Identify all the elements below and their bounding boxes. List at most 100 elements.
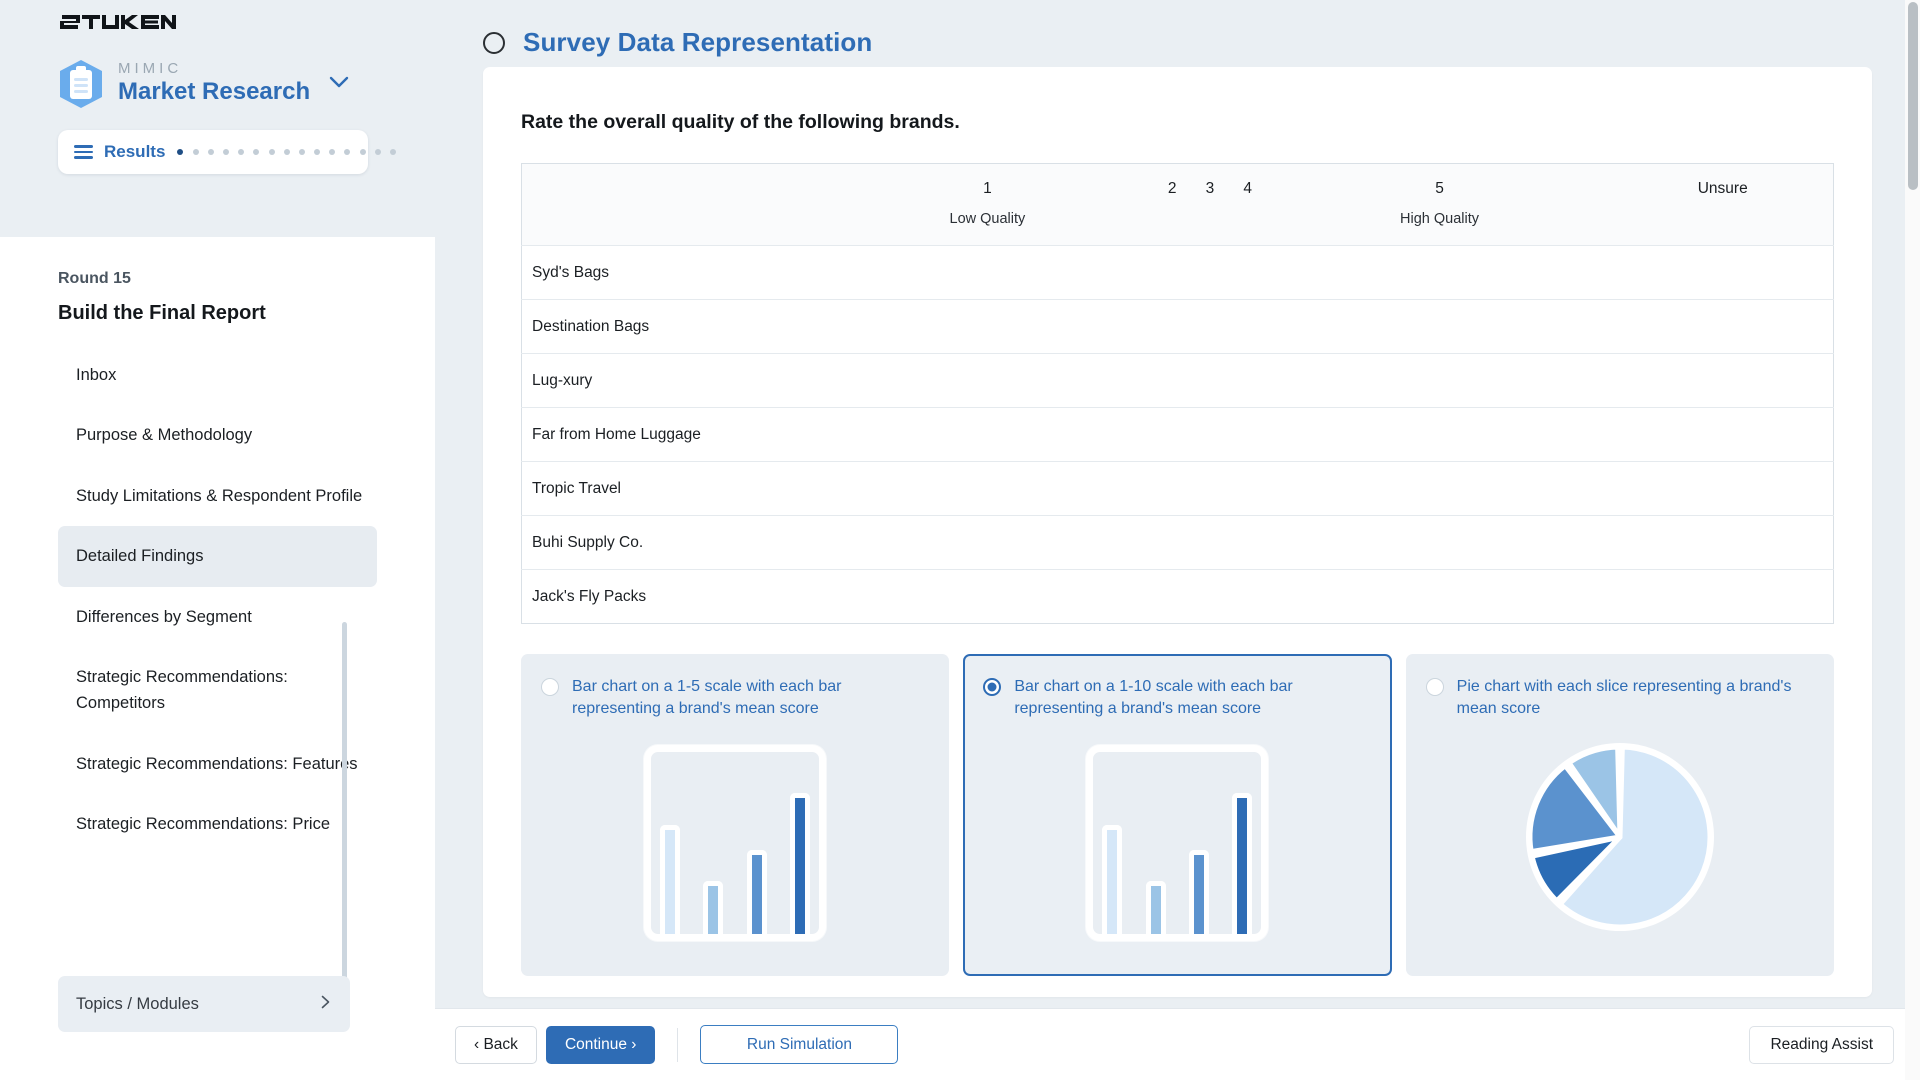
mimic-clipboard-icon <box>58 59 104 109</box>
product-name: Market Research <box>118 78 311 106</box>
sidebar-item-strategic-recommendations-features[interactable]: Strategic Recommendations: Features <box>58 734 377 794</box>
run-simulation-button[interactable]: Run Simulation <box>700 1025 899 1064</box>
rating-radio-cell[interactable] <box>1153 461 1192 516</box>
chevron-down-icon[interactable] <box>328 75 350 94</box>
sidebar-scrollbar[interactable] <box>342 622 347 1017</box>
results-dot[interactable] <box>298 149 305 155</box>
continue-button[interactable]: Continue › <box>545 1025 656 1064</box>
sidebar-item-study-limitations-respondent-profile[interactable]: Study Limitations & Respondent Profile <box>58 466 377 526</box>
rating-radio-cell[interactable] <box>1266 299 1613 354</box>
results-dot[interactable] <box>344 149 351 155</box>
results-dot[interactable] <box>222 149 229 155</box>
results-dot[interactable] <box>268 149 275 155</box>
rating-radio-cell[interactable] <box>1191 407 1229 462</box>
rating-radio-cell[interactable] <box>1153 353 1192 408</box>
results-dot[interactable] <box>283 149 290 155</box>
sidebar-item-differences-by-segment[interactable]: Differences by Segment <box>58 587 377 647</box>
page-scrollbar-thumb[interactable] <box>1908 2 1918 190</box>
product-switcher[interactable]: MIMIC Market Research <box>0 43 435 109</box>
back-button[interactable]: ‹ Back <box>455 1025 537 1064</box>
rating-radio-cell[interactable] <box>1612 515 1834 570</box>
rating-radio-cell[interactable] <box>1153 407 1192 462</box>
results-dot[interactable] <box>207 149 214 155</box>
rating-radio-cell[interactable] <box>1191 299 1229 354</box>
rating-radio-cell[interactable] <box>1191 461 1229 516</box>
rating-radio-cell[interactable] <box>1612 569 1834 624</box>
rating-radio-cell[interactable] <box>821 407 1154 462</box>
rating-radio-cell[interactable] <box>1191 515 1229 570</box>
results-nav[interactable]: Results <box>58 130 397 174</box>
rating-radio-cell[interactable] <box>1612 353 1834 408</box>
sidebar-item-purpose-methodology[interactable]: Purpose & Methodology <box>58 405 377 465</box>
rating-radio-cell[interactable] <box>821 353 1154 408</box>
sidebar-item-detailed-findings[interactable]: Detailed Findings <box>58 526 377 587</box>
sidebar-item-inbox[interactable]: Inbox <box>58 345 377 405</box>
rating-radio-cell[interactable] <box>1266 515 1613 570</box>
rating-radio-cell[interactable] <box>1228 461 1267 516</box>
hamburger-icon[interactable] <box>74 142 93 162</box>
chart-option-label: Pie chart with each slice representing a… <box>1456 678 1792 717</box>
rating-radio-cell[interactable] <box>1191 353 1229 408</box>
rating-radio-cell[interactable] <box>1153 299 1192 354</box>
chart-option-card-2[interactable]: Bar chart on a 1-10 scale with each bar … <box>963 654 1392 976</box>
chart-option-card-1[interactable]: Bar chart on a 1-5 scale with each bar r… <box>521 654 950 976</box>
rating-radio-cell[interactable] <box>1612 245 1834 300</box>
table-row: Lug-xury <box>521 353 1834 408</box>
rating-radio-cell[interactable] <box>1228 245 1267 300</box>
results-dot[interactable] <box>238 149 245 155</box>
rating-radio-cell[interactable] <box>1266 569 1613 624</box>
page-scrollbar[interactable] <box>1905 0 1920 1080</box>
rating-radio-cell[interactable] <box>1228 353 1267 408</box>
rating-radio-cell[interactable] <box>1612 407 1834 462</box>
bar-chart-thumbnail <box>1084 745 1270 942</box>
round-label: Round 15 <box>58 270 131 287</box>
rating-radio-cell[interactable] <box>1153 569 1192 624</box>
stukent-logo[interactable] <box>0 0 435 43</box>
rating-radio-cell[interactable] <box>1228 569 1267 624</box>
chart-option-header: Bar chart on a 1-10 scale with each bar … <box>983 676 1371 719</box>
rating-radio-cell[interactable] <box>821 515 1154 570</box>
rating-radio-cell[interactable] <box>1228 407 1267 462</box>
rating-radio-cell[interactable] <box>1153 515 1192 570</box>
rating-radio-cell[interactable] <box>1266 407 1613 462</box>
sidebar-item-strategic-recommendations-competitors[interactable]: Strategic Recommendations: Competitors <box>58 647 377 734</box>
radio-button-option-3[interactable] <box>1425 678 1444 696</box>
rating-radio-cell[interactable] <box>1266 245 1613 300</box>
rating-radio-cell[interactable] <box>821 461 1154 516</box>
brand-name-cell: Tropic Travel <box>521 461 822 516</box>
results-dot[interactable] <box>390 149 397 155</box>
rating-radio-cell[interactable] <box>1612 299 1834 354</box>
rating-radio-cell[interactable] <box>1266 461 1613 516</box>
rating-radio-cell[interactable] <box>821 299 1154 354</box>
rating-radio-cell[interactable] <box>1191 245 1229 300</box>
rating-radio-cell[interactable] <box>1612 461 1834 516</box>
results-dot[interactable] <box>314 149 321 155</box>
radio-button-option-2[interactable] <box>983 678 1002 696</box>
results-dot[interactable] <box>253 149 260 155</box>
rating-radio-cell[interactable] <box>1228 515 1267 570</box>
radio-button-option-1[interactable] <box>541 678 559 696</box>
table-row: Tropic Travel <box>521 461 1834 516</box>
chart-option-card-3[interactable]: Pie chart with each slice representing a… <box>1405 654 1834 976</box>
results-dot[interactable] <box>192 149 199 155</box>
brand-name-cell: Lug-xury <box>521 353 822 408</box>
bar-2 <box>703 881 724 935</box>
action-bar: ‹ Back Continue › Run Simulation Reading… <box>435 1008 1920 1080</box>
results-dot[interactable] <box>177 149 184 155</box>
bar-1 <box>1102 825 1123 935</box>
rating-radio-cell[interactable] <box>1266 353 1613 408</box>
reading-assist-button[interactable]: Reading Assist <box>1749 1025 1894 1064</box>
results-dot[interactable] <box>329 149 336 155</box>
results-dot[interactable] <box>374 149 381 155</box>
sidebar-item-strategic-recommendations-price[interactable]: Strategic Recommendations: Price <box>58 794 377 854</box>
topics-modules-button[interactable]: Topics / Modules <box>58 976 350 1032</box>
results-dot[interactable] <box>359 149 366 155</box>
table-row: Destination Bags <box>521 299 1834 354</box>
rating-radio-cell[interactable] <box>1191 569 1229 624</box>
rating-radio-cell[interactable] <box>821 245 1154 300</box>
rating-radio-cell[interactable] <box>1153 245 1192 300</box>
results-progress-dots[interactable] <box>177 149 397 155</box>
divider <box>677 1027 679 1062</box>
rating-radio-cell[interactable] <box>821 569 1154 624</box>
rating-radio-cell[interactable] <box>1228 299 1267 354</box>
